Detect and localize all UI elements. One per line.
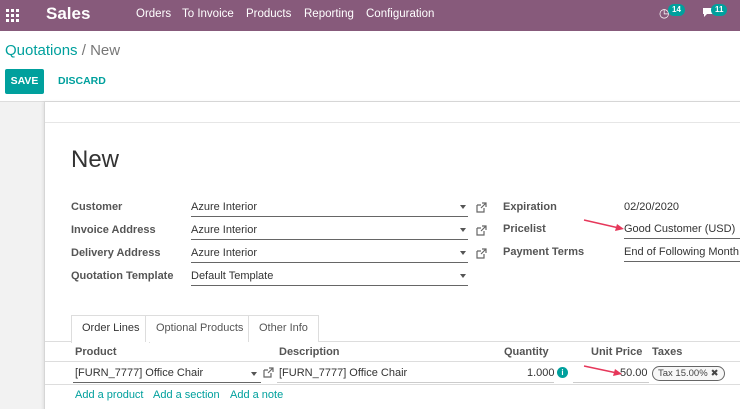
apps-grid-icon[interactable] [6, 9, 19, 22]
pricelist-label: Pricelist [503, 223, 546, 235]
app-name[interactable]: Sales [46, 4, 90, 24]
add-product-link[interactable]: Add a product [75, 389, 144, 401]
top-navbar: Sales Orders To Invoice Products Reporti… [0, 0, 740, 31]
quotation-template-field[interactable]: Default Template [191, 268, 468, 286]
info-icon[interactable]: i [557, 367, 568, 378]
chevron-down-icon[interactable] [251, 372, 257, 376]
save-button[interactable]: SAVE [5, 69, 44, 94]
discard-button[interactable]: DISCARD [58, 75, 106, 87]
column-product[interactable]: Product [75, 346, 117, 358]
tax-tag[interactable]: Tax 15.00% ✖ [652, 366, 725, 381]
external-link-icon[interactable] [262, 367, 274, 379]
column-quantity[interactable]: Quantity [504, 346, 549, 358]
menu-configuration[interactable]: Configuration [366, 8, 434, 20]
payment-terms-label: Payment Terms [503, 246, 585, 258]
column-description[interactable]: Description [279, 346, 340, 358]
tab-other-info[interactable]: Other Info [248, 315, 319, 342]
breadcrumb: Quotations / New [5, 42, 120, 59]
customer-field[interactable]: Azure Interior [191, 199, 468, 217]
chevron-down-icon[interactable] [460, 274, 466, 278]
quotation-template-value: Default Template [191, 270, 274, 282]
column-taxes[interactable]: Taxes [652, 346, 682, 358]
close-icon[interactable]: ✖ [711, 368, 719, 379]
quantity-value: 1.000 [527, 367, 555, 379]
description-value: [FURN_7777] Office Chair [279, 367, 408, 379]
breadcrumb-quotations[interactable]: Quotations [5, 42, 78, 59]
control-panel: Quotations / New SAVE DISCARD [0, 31, 740, 102]
invoice-address-field[interactable]: Azure Interior [191, 222, 468, 240]
quotation-template-label: Quotation Template [71, 270, 174, 282]
record-title: New [71, 146, 120, 173]
add-section-link[interactable]: Add a section [153, 389, 220, 401]
external-link-icon[interactable] [475, 202, 487, 214]
unit-price-value: 50.00 [620, 367, 648, 379]
activity-badge: 14 [668, 4, 685, 16]
chevron-down-icon[interactable] [460, 205, 466, 209]
annotation-arrow-icon [583, 365, 622, 376]
menu-reporting[interactable]: Reporting [304, 8, 354, 20]
pricelist-field[interactable]: Good Customer (USD) [624, 221, 740, 239]
expiration-label: Expiration [503, 201, 557, 213]
expiration-field[interactable]: 02/20/2020 [624, 199, 740, 217]
table-header-divider [45, 361, 740, 362]
tax-tag-label: Tax 15.00% [658, 368, 708, 379]
tab-optional-products[interactable]: Optional Products [145, 315, 255, 342]
delivery-address-label: Delivery Address [71, 247, 161, 259]
product-value: [FURN_7777] Office Chair [75, 367, 204, 379]
breadcrumb-separator: / [81, 42, 86, 59]
menu-products[interactable]: Products [246, 8, 291, 20]
column-unit-price[interactable]: Unit Price [591, 346, 642, 358]
menu-orders[interactable]: Orders [136, 8, 171, 20]
chevron-down-icon[interactable] [460, 228, 466, 232]
invoice-address-value: Azure Interior [191, 224, 258, 236]
breadcrumb-current: New [90, 42, 121, 59]
external-link-icon[interactable] [475, 225, 487, 237]
form-sheet: New Customer Azure Interior Invoice Addr… [44, 102, 740, 409]
messages-badge: 11 [711, 4, 728, 16]
customer-label: Customer [71, 201, 123, 213]
customer-value: Azure Interior [191, 201, 258, 213]
invoice-address-label: Invoice Address [71, 224, 156, 236]
delivery-address-value: Azure Interior [191, 247, 258, 259]
payment-terms-field[interactable]: End of Following Month [624, 244, 740, 262]
tab-order-lines[interactable]: Order Lines [71, 315, 151, 343]
annotation-arrow-icon [583, 219, 624, 231]
external-link-icon[interactable] [475, 248, 487, 260]
chevron-down-icon[interactable] [460, 251, 466, 255]
menu-to-invoice[interactable]: To Invoice [182, 8, 234, 20]
sheet-divider [45, 122, 740, 123]
delivery-address-field[interactable]: Azure Interior [191, 245, 468, 263]
notebook-tabs: Order Lines Optional Products Other Info [45, 315, 740, 343]
add-note-link[interactable]: Add a note [230, 389, 283, 401]
